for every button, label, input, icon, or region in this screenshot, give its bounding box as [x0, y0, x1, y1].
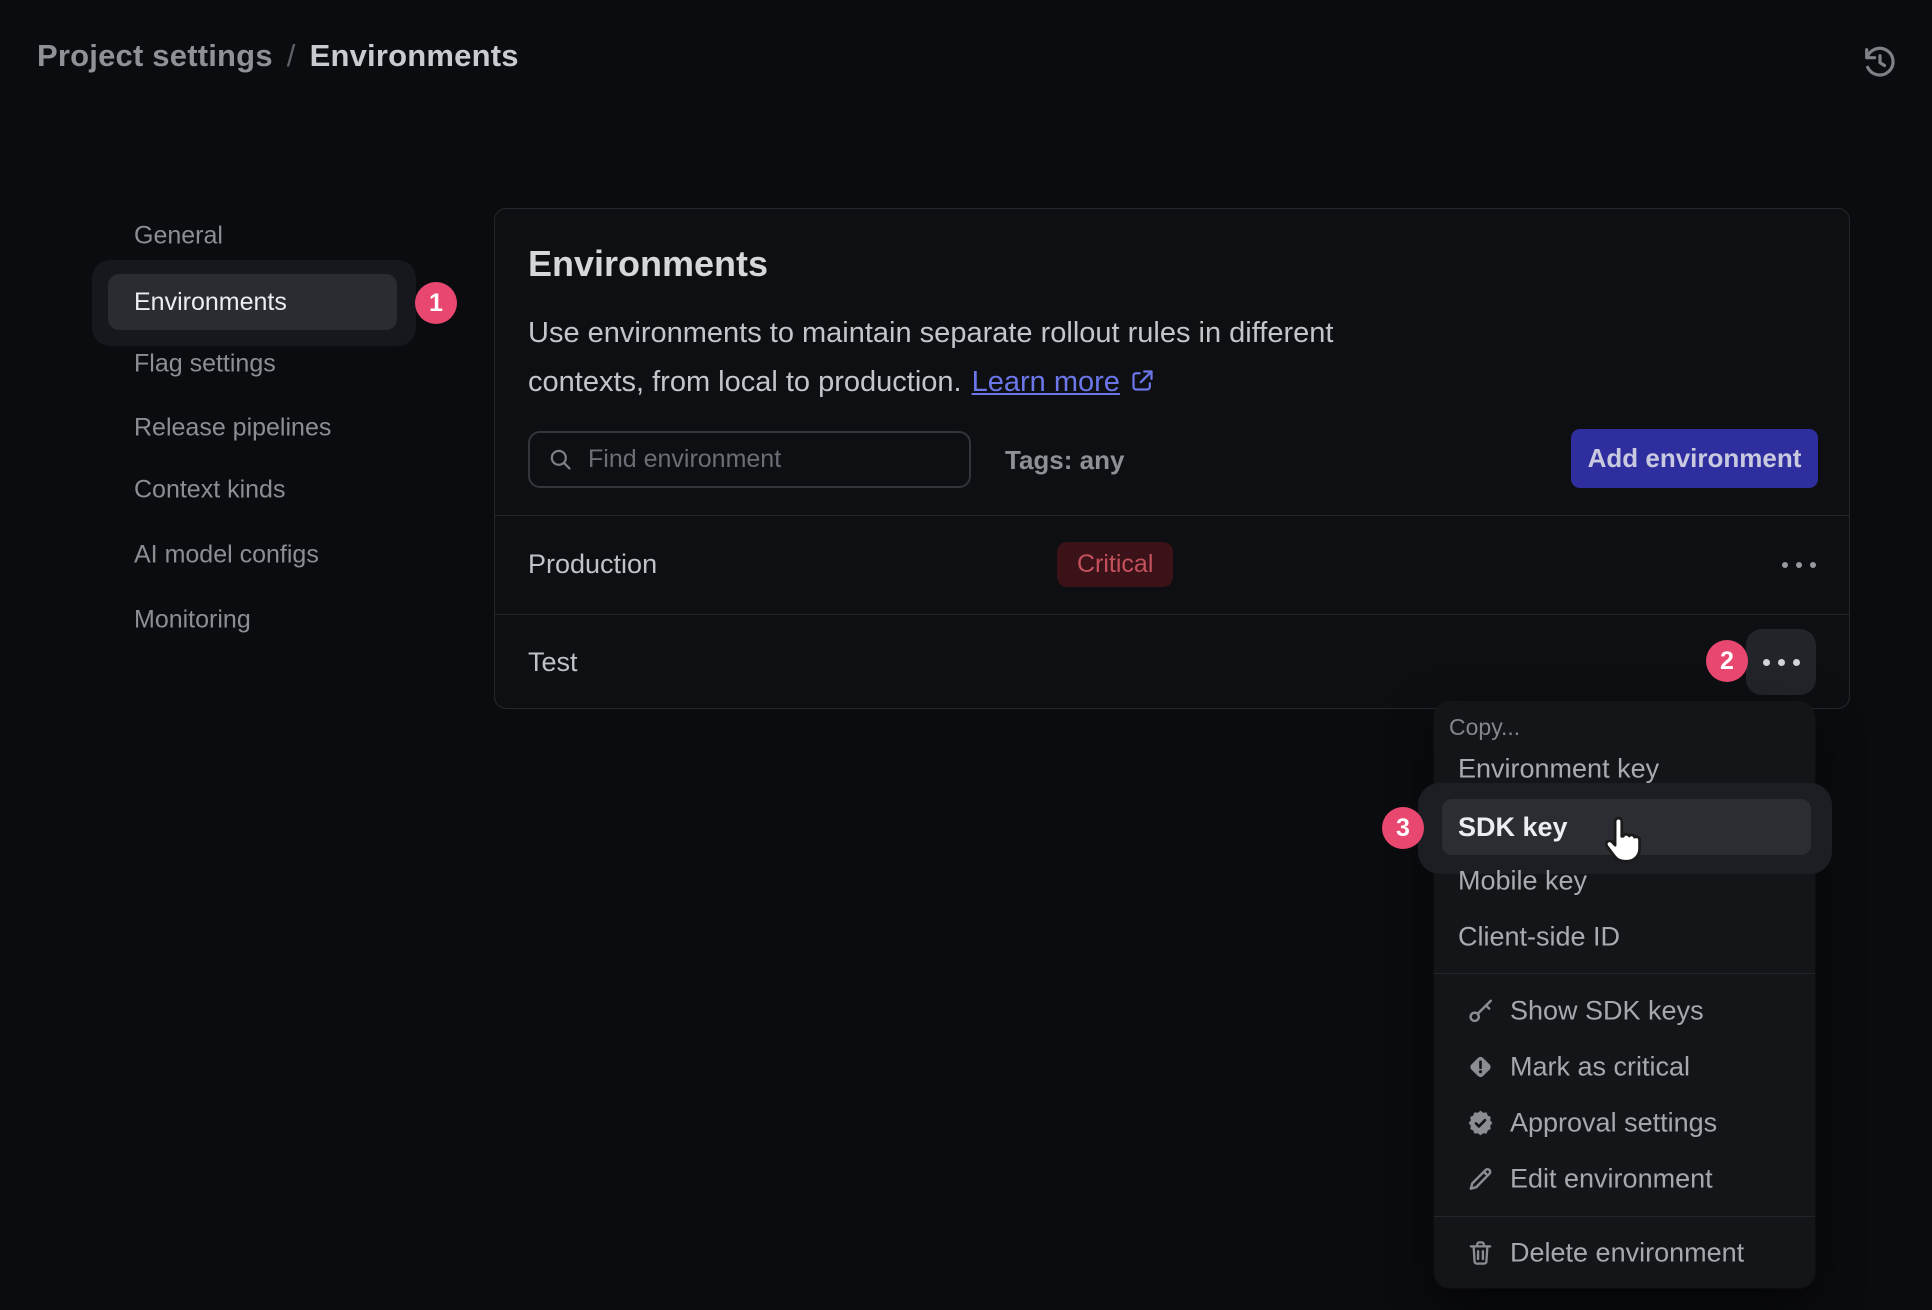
- pencil-icon: [1466, 1165, 1495, 1194]
- environment-name: Test: [528, 647, 578, 678]
- annotation-step-2-badge: 2: [1706, 640, 1748, 682]
- search-icon: [547, 446, 574, 473]
- environment-context-menu: Copy... Environment key SDK key Mobile k…: [1434, 702, 1815, 1288]
- menu-divider: [1434, 1216, 1815, 1217]
- sidebar-item-general[interactable]: General: [134, 222, 223, 251]
- menu-item-client-side-id[interactable]: Client-side ID: [1458, 922, 1620, 953]
- breadcrumb-current-page: Environments: [310, 38, 519, 73]
- panel-title: Environments: [528, 243, 768, 285]
- history-icon: [1860, 42, 1900, 82]
- description-line-2: contexts, from local to production.: [528, 366, 962, 398]
- menu-item-environment-key[interactable]: Environment key: [1458, 754, 1659, 785]
- annotation-step-1-badge: 1: [415, 282, 457, 324]
- tags-filter[interactable]: Tags: any: [1005, 445, 1124, 476]
- menu-item-label: Delete environment: [1510, 1238, 1744, 1269]
- menu-section-label: Copy...: [1449, 714, 1520, 741]
- trash-icon: [1466, 1239, 1495, 1268]
- critical-status-badge: Critical: [1057, 542, 1173, 587]
- menu-item-delete-environment[interactable]: Delete environment: [1466, 1238, 1744, 1269]
- key-icon: [1466, 997, 1495, 1026]
- breadcrumb-project-settings[interactable]: Project settings: [37, 38, 273, 73]
- annotation-step-3-badge: 3: [1382, 807, 1424, 849]
- sidebar-item-monitoring[interactable]: Monitoring: [134, 606, 251, 635]
- overflow-menu-button-test[interactable]: [1746, 629, 1816, 695]
- sidebar-item-flag-settings[interactable]: Flag settings: [134, 350, 276, 379]
- description-line-1: Use environments to maintain separate ro…: [528, 317, 1333, 349]
- menu-item-sdk-key[interactable]: SDK key: [1442, 799, 1811, 855]
- environments-panel: Environments Use environments to maintai…: [494, 208, 1850, 709]
- menu-item-label: Show SDK keys: [1510, 996, 1704, 1027]
- sidebar-item-ai-model-configs[interactable]: AI model configs: [134, 541, 319, 570]
- menu-item-label: Approval settings: [1510, 1108, 1717, 1139]
- menu-item-label: Mark as critical: [1510, 1052, 1690, 1083]
- environment-row-production: Production Critical: [495, 515, 1849, 614]
- alert-diamond-icon: [1466, 1053, 1495, 1082]
- breadcrumb-separator: /: [287, 38, 296, 73]
- menu-item-approval-settings[interactable]: Approval settings: [1466, 1108, 1717, 1139]
- panel-description: Use environments to maintain separate ro…: [528, 309, 1333, 407]
- menu-item-label: Edit environment: [1510, 1164, 1713, 1195]
- app-root: { "page": { "breadcrumb_section": "Proje…: [0, 0, 1932, 1310]
- sidebar-item-label: Environments: [134, 288, 287, 317]
- environment-row-test: Test: [495, 614, 1849, 710]
- history-button[interactable]: [1854, 36, 1906, 88]
- external-link-icon: [1129, 367, 1156, 394]
- environment-name: Production: [528, 549, 657, 580]
- add-environment-button[interactable]: Add environment: [1571, 429, 1818, 488]
- search-input[interactable]: [588, 445, 969, 474]
- sidebar-item-environments[interactable]: Environments: [108, 274, 397, 330]
- approval-seal-icon: [1466, 1109, 1495, 1138]
- menu-item-label: SDK key: [1458, 812, 1568, 843]
- menu-item-show-sdk-keys[interactable]: Show SDK keys: [1466, 996, 1704, 1027]
- environment-search: [528, 431, 971, 488]
- menu-item-mobile-key[interactable]: Mobile key: [1458, 866, 1587, 897]
- overflow-menu-button-production[interactable]: [1782, 562, 1816, 568]
- menu-item-edit-environment[interactable]: Edit environment: [1466, 1164, 1713, 1195]
- breadcrumb: Project settings / Environments: [37, 38, 519, 74]
- sidebar-item-context-kinds[interactable]: Context kinds: [134, 476, 285, 505]
- menu-divider: [1434, 973, 1815, 974]
- sidebar-item-release-pipelines[interactable]: Release pipelines: [134, 414, 331, 443]
- menu-item-mark-as-critical[interactable]: Mark as critical: [1466, 1052, 1690, 1083]
- learn-more-link[interactable]: Learn more: [972, 366, 1120, 398]
